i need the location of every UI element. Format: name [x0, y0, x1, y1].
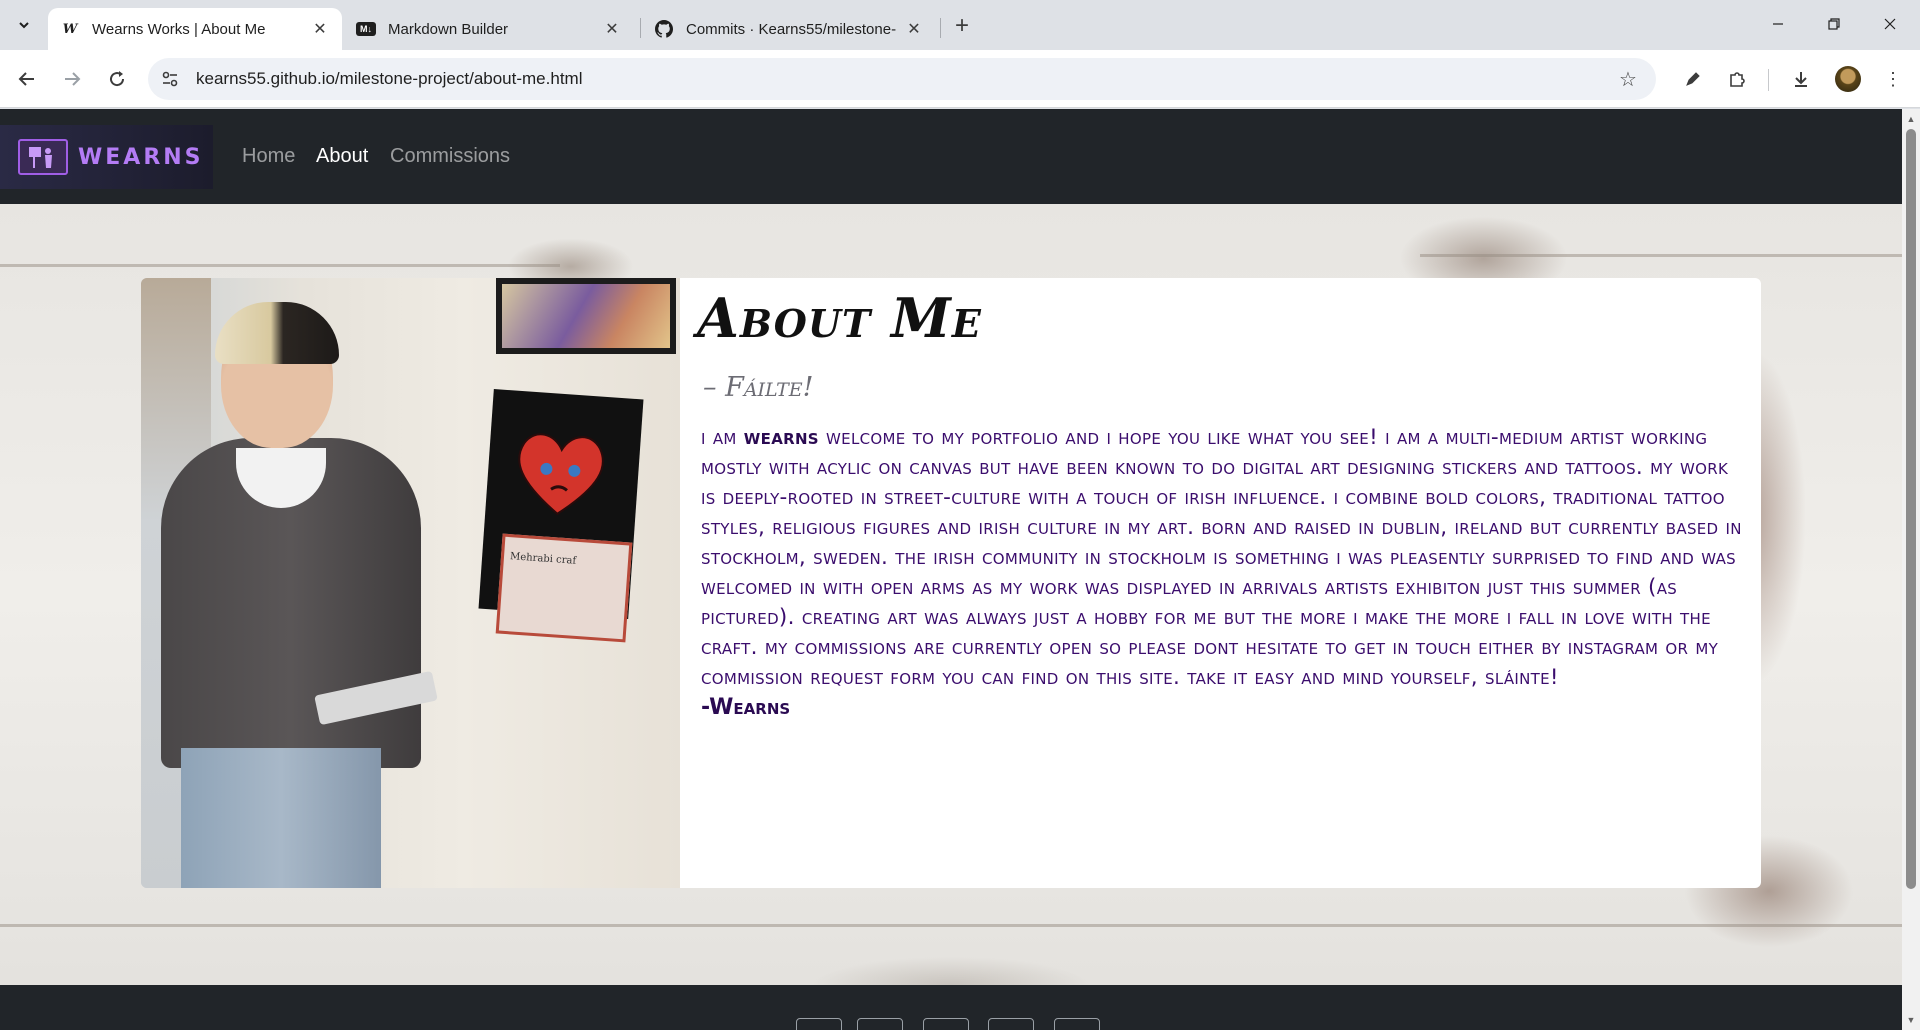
new-tab-plus-icon[interactable]: + [948, 12, 976, 40]
social-link-button[interactable] [988, 1018, 1034, 1030]
tab-search-button[interactable] [10, 11, 38, 39]
exhibit-label-card: Mehrabi craf [495, 533, 633, 643]
browser-tab-strip: W Wearns Works | About Me ✕ M↓ Markdown … [0, 0, 1920, 50]
brick-mortar-line [0, 924, 1902, 927]
brand-logo[interactable]: WEARNS [0, 125, 213, 189]
minimize-icon[interactable] [1750, 0, 1806, 48]
about-signature: -Wearns [701, 695, 791, 720]
about-card: Mehrabi craf About Me – Fáilte! I am Wea… [141, 278, 1761, 888]
about-intro: I am [701, 425, 744, 450]
social-link-button[interactable] [923, 1018, 969, 1030]
nav-link-about[interactable]: About [316, 145, 368, 168]
window-close-icon[interactable] [1862, 0, 1918, 48]
close-icon[interactable]: ✕ [310, 19, 330, 39]
tab-title: Commits · Kearns55/milestone- [686, 20, 897, 38]
url-text[interactable]: kearns55.github.io/milestone-project/abo… [196, 69, 582, 89]
brand-name: WEARNS [78, 144, 204, 170]
more-menu-icon[interactable]: ⋮ [1878, 64, 1908, 94]
page-viewport: WEARNS Home About Commissions Mehrabi cr… [0, 109, 1902, 1030]
tab-about-me[interactable]: W Wearns Works | About Me ✕ [48, 8, 342, 50]
nav-link-commissions[interactable]: Commissions [390, 145, 510, 168]
back-arrow-icon[interactable] [11, 63, 43, 95]
brick-wall-background: Mehrabi craf About Me – Fáilte! I am Wea… [0, 204, 1902, 985]
site-footer [0, 985, 1902, 1030]
scroll-down-arrow-icon[interactable]: ▼ [1906, 1015, 1916, 1025]
page-title: About Me [697, 286, 982, 350]
toolbar-divider [1768, 69, 1769, 91]
reload-icon[interactable] [101, 63, 133, 95]
github-icon [654, 19, 674, 39]
tab-markdown-builder[interactable]: M↓ Markdown Builder ✕ [344, 8, 634, 50]
profile-avatar[interactable] [1835, 66, 1861, 92]
browser-toolbar: kearns55.github.io/milestone-project/abo… [0, 50, 1920, 108]
social-link-button[interactable] [857, 1018, 903, 1030]
about-text-column: About Me – Fáilte! I am Wearns welcome t… [697, 278, 1757, 888]
brand-artist-icon [18, 139, 68, 175]
page-scrollbar[interactable]: ▲ ▼ [1902, 109, 1920, 1030]
brick-mortar-line [1420, 254, 1902, 257]
scrollbar-thumb[interactable] [1906, 129, 1916, 889]
close-icon[interactable]: ✕ [602, 19, 622, 39]
site-settings-icon[interactable] [160, 69, 180, 89]
artist-photo: Mehrabi craf [141, 278, 680, 888]
scroll-up-arrow-icon[interactable]: ▲ [1906, 114, 1916, 124]
close-icon[interactable]: ✕ [904, 19, 924, 39]
about-subtitle: – Fáilte! [703, 372, 814, 403]
social-link-button[interactable] [1054, 1018, 1100, 1030]
download-icon[interactable] [1786, 64, 1816, 94]
tab-separator [640, 18, 641, 38]
restore-icon[interactable] [1806, 0, 1862, 48]
framed-artwork-top [496, 278, 676, 354]
tab-separator [940, 18, 941, 38]
markdown-favicon-icon: M↓ [356, 22, 376, 36]
chevron-down-icon [19, 22, 29, 29]
tab-title: Markdown Builder [388, 20, 509, 38]
social-link-button[interactable] [796, 1018, 842, 1030]
about-paragraph: I am Wearns welcome to my portfolio and … [701, 423, 1746, 693]
site-navbar: WEARNS Home About Commissions [0, 109, 1902, 204]
exhibit-label-text: Mehrabi craf [509, 551, 577, 567]
pen-edit-icon[interactable] [1678, 64, 1708, 94]
person-jeans [181, 748, 381, 888]
tab-github-commits[interactable]: Commits · Kearns55/milestone- ✕ [642, 8, 936, 50]
tab-title: Wearns Works | About Me [92, 20, 266, 38]
wearns-favicon-icon: W [62, 21, 78, 37]
brick-mortar-line [0, 264, 560, 267]
bookmark-star-icon[interactable]: ☆ [1616, 67, 1640, 91]
address-bar[interactable]: kearns55.github.io/milestone-project/abo… [148, 58, 1656, 100]
heart-painting-icon [518, 433, 604, 516]
person-hair [215, 302, 339, 364]
extensions-puzzle-icon[interactable] [1722, 64, 1752, 94]
forward-arrow-icon[interactable] [56, 63, 88, 95]
nav-link-home[interactable]: Home [242, 145, 295, 168]
about-name: Wearns [743, 425, 819, 450]
about-body-text: welcome to my portfolio and I hope you l… [701, 425, 1742, 690]
